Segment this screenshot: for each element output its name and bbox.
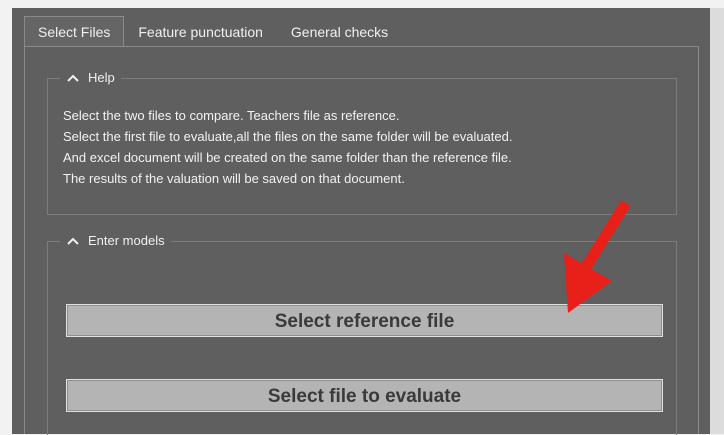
desktop-margin [0, 0, 12, 434]
chevron-up-icon [67, 237, 79, 245]
models-title: Enter models [88, 233, 165, 248]
help-line: Select the two files to compare. Teacher… [63, 108, 400, 123]
help-title: Help [88, 70, 115, 85]
tab-bar: Select Files Feature punctuation General… [24, 16, 402, 46]
help-groupbox-header[interactable]: Help [60, 69, 121, 87]
help-line: The results of the valuation will be sav… [63, 171, 405, 186]
models-groupbox-header[interactable]: Enter models [60, 232, 171, 250]
window-edge [710, 8, 724, 434]
chevron-up-icon [67, 74, 79, 82]
tab-select-files[interactable]: Select Files [24, 16, 125, 46]
help-line: And excel document will be created on th… [63, 150, 512, 165]
help-text: Select the two files to compare. Teacher… [63, 105, 512, 189]
help-line: Select the first file to evaluate,all th… [63, 129, 513, 144]
tab-feature-punctuation[interactable]: Feature punctuation [124, 16, 277, 46]
tab-general-checks[interactable]: General checks [277, 16, 402, 46]
red-arrow-annotation [564, 200, 631, 313]
select-file-to-evaluate-button[interactable]: Select file to evaluate [66, 379, 663, 412]
